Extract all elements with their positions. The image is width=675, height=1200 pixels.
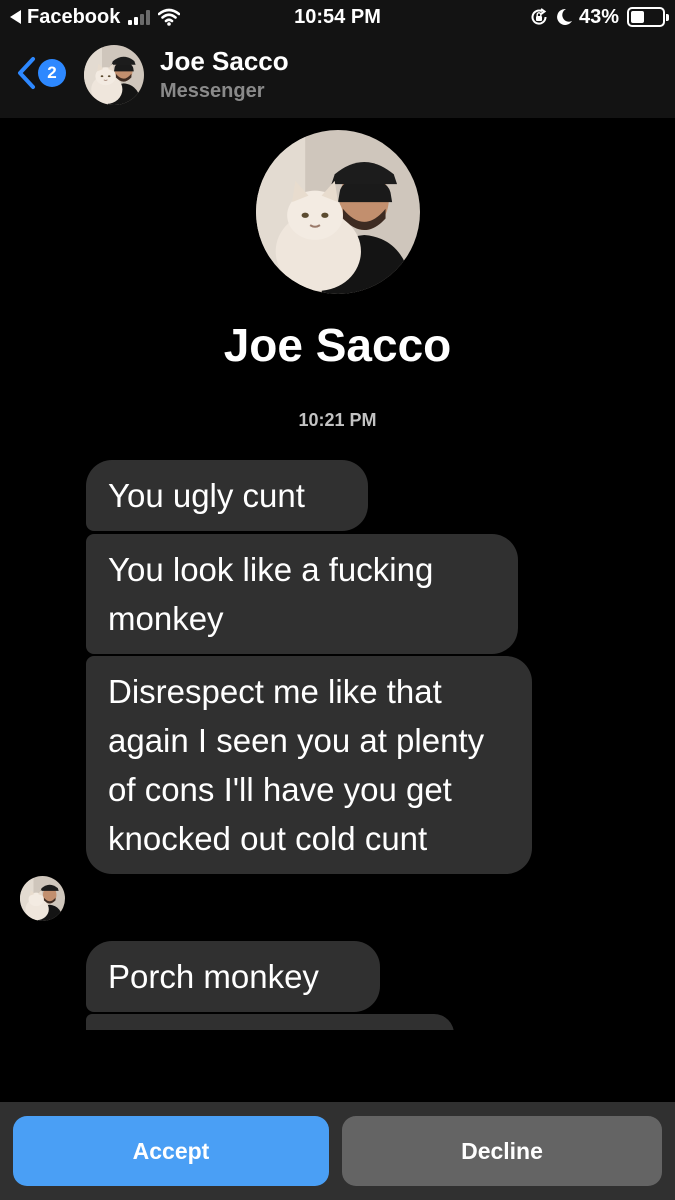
message-bubble[interactable]: You ugly cunt — [86, 460, 368, 531]
message-bubble[interactable]: You look like a fucking monkey — [86, 534, 518, 654]
message-request-actions: Accept Decline — [0, 1102, 675, 1200]
decline-button[interactable]: Decline — [342, 1116, 662, 1186]
accept-button[interactable]: Accept — [13, 1116, 329, 1186]
message-bubble[interactable] — [86, 1014, 454, 1030]
message-bubble[interactable]: Disrespect me like that again I seen you… — [86, 656, 532, 874]
profile-name: Joe Sacco — [223, 319, 452, 371]
message-timestamp: 10:21 PM — [298, 410, 377, 430]
message-thread[interactable]: Joe Sacco 10:21 PM You ugly cunt You loo… — [0, 0, 675, 1030]
sender-avatar[interactable] — [20, 876, 65, 921]
profile-avatar[interactable] — [256, 130, 420, 294]
message-bubble[interactable]: Porch monkey — [86, 941, 380, 1012]
message-request-screen: Facebook 10:54 PM 43% 2 Joe Sacco Messen… — [0, 0, 675, 1200]
